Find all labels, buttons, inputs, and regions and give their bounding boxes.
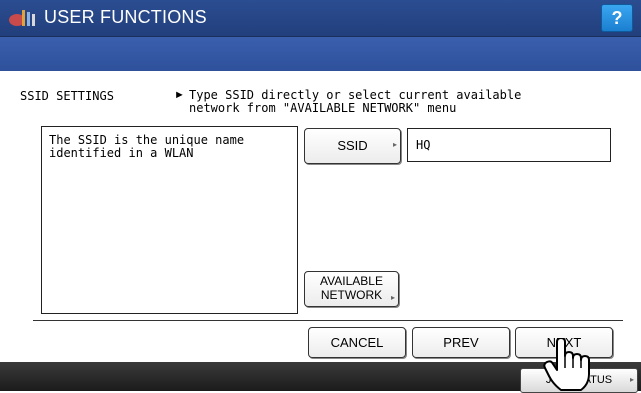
help-icon: ? xyxy=(611,8,623,28)
prev-button[interactable]: PREV xyxy=(412,327,510,358)
ssid-button[interactable]: SSID ▸ xyxy=(304,128,401,164)
ssid-input[interactable]: HQ xyxy=(407,128,611,162)
corner-triangle-icon: ▸ xyxy=(392,140,397,149)
prev-label: PREV xyxy=(443,335,479,350)
user-functions-icon xyxy=(9,10,35,26)
description-text: The SSID is the unique name identified i… xyxy=(49,133,245,160)
page-title: USER FUNCTIONS xyxy=(44,7,207,27)
corner-triangle-icon: ▸ xyxy=(629,375,634,384)
ssid-value: HQ xyxy=(416,138,431,152)
arrow-right-icon: ► xyxy=(174,89,185,101)
divider xyxy=(33,320,623,321)
hand-pointer-icon xyxy=(543,338,590,391)
available-network-button[interactable]: AVAILABLE NETWORK ▸ xyxy=(304,271,399,307)
corner-triangle-icon: ▸ xyxy=(390,293,395,302)
ssid-button-label: SSID xyxy=(337,138,368,153)
instruction-text: Type SSID directly or select current ava… xyxy=(189,88,522,115)
cancel-label: CANCEL xyxy=(330,335,384,350)
title-bar: USER FUNCTIONS ? xyxy=(0,0,641,37)
section-label: SSID SETTINGS xyxy=(20,89,114,103)
help-button[interactable]: ? xyxy=(601,4,633,32)
description-panel: The SSID is the unique name identified i… xyxy=(41,126,298,314)
cancel-button[interactable]: CANCEL xyxy=(308,327,406,358)
available-network-label: AVAILABLE NETWORK xyxy=(320,274,383,302)
sub-header-bar xyxy=(0,37,641,71)
